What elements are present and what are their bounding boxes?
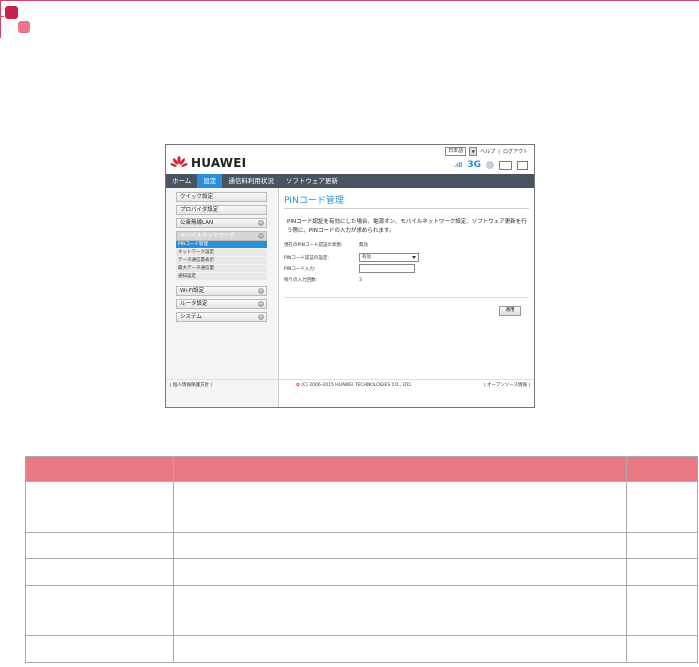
sidebar-item-router[interactable]: ルータ設定 + [176, 299, 267, 309]
huawei-logo: HUAWEI [170, 153, 246, 173]
apply-button[interactable]: 適用 [499, 306, 521, 316]
table-header [172, 456, 628, 482]
sidebar-item-quick[interactable]: クイック設定 [176, 192, 267, 202]
huawei-flower-icon [170, 156, 188, 167]
page-title: PINコード管理 [284, 193, 529, 209]
nav-usage[interactable]: 通信料利用状況 [222, 174, 280, 188]
plus-icon: + [258, 314, 264, 320]
copyright: ✿ (C) 2006-2015 HUAWEI TECHNOLOGIES CO.,… [296, 383, 413, 388]
sidebar-sub-network[interactable]: ネットワーク設定 [176, 249, 267, 256]
table-cell [172, 585, 628, 636]
page-description: PINコード認証を有効にした場合、電源オン、モバイルネットワーク設定、ソフトウェ… [287, 219, 527, 234]
corner-square-dark [5, 6, 18, 19]
separator: | [498, 148, 500, 155]
huawei-mini-icon: ✿ [296, 383, 300, 388]
table-cell [25, 635, 174, 663]
table-cell [172, 481, 628, 533]
sidebar-item-profile[interactable]: プロバイダ設定 [176, 205, 267, 215]
top-links: 日本語 ▼ ヘルプ | ログアウト [445, 147, 528, 156]
main-nav: ホーム 設定 通信料利用状況 ソフトウェア更新 [166, 174, 534, 188]
sidebar-sub-max[interactable]: 最大データ通信量 [176, 265, 267, 272]
footer: | 個人情報保護方針 | ✿ (C) 2006-2015 HUAWEI TECH… [166, 379, 534, 392]
pin-op-select[interactable]: 有効 [359, 253, 419, 262]
sidebar-sub-notify[interactable]: 通知設定 [176, 273, 267, 280]
sidebar-sub-pin[interactable]: PINコード管理 [176, 241, 267, 248]
table-cell [25, 558, 174, 586]
opensource-link[interactable]: | オープンソース情報 | [484, 380, 530, 392]
state-row: 現在のPINコード認証の状態: 無効 [284, 243, 368, 248]
table-row [25, 558, 698, 586]
divider [284, 297, 529, 298]
brand-name: HUAWEI [191, 156, 247, 170]
table-header [626, 456, 698, 482]
sidebar-item-system[interactable]: システム + [176, 312, 267, 322]
table-cell [626, 585, 698, 636]
table-header [25, 456, 174, 482]
minus-icon: − [258, 233, 264, 239]
table-header-row [25, 456, 698, 482]
table-cell [172, 635, 628, 663]
logout-link[interactable]: ログアウト [503, 148, 528, 155]
signal-icon: .ıll [453, 161, 463, 169]
table-cell [626, 481, 698, 533]
table-row [25, 585, 698, 636]
content-area: PINコード管理 PINコード認証を有効にした場合、電源オン、モバイルネットワー… [284, 193, 529, 236]
remain-row: 残りの入力回数: 3 [284, 277, 362, 284]
sidebar-item-wifi[interactable]: Wi-Fi設定 + [176, 286, 267, 296]
language-select[interactable]: 日本語 [445, 147, 467, 156]
router-screenshot: HUAWEI 日本語 ▼ ヘルプ | ログアウト .ıll 3G ホーム 設定 … [165, 144, 535, 408]
plus-icon: + [258, 301, 264, 307]
privacy-link[interactable]: | 個人情報保護方針 | [170, 380, 212, 392]
status-bar: .ıll 3G [454, 160, 528, 170]
header-rule [0, 0, 699, 1]
globe-icon [486, 161, 494, 169]
table-cell [172, 532, 628, 559]
nav-settings[interactable]: 設定 [197, 174, 223, 188]
sidebar-item-mobile[interactable]: モバイルネットワーク − [176, 231, 267, 241]
table-cell [25, 481, 174, 533]
sidebar-sub-data[interactable]: データ通信量表示 [176, 257, 267, 264]
input-row: PINコード入力: [284, 264, 415, 273]
table-row [25, 481, 698, 533]
chevron-down-icon[interactable]: ▼ [469, 147, 478, 156]
sim-icon [517, 160, 528, 170]
op-row: PINコード認証の設定: 有効 [284, 253, 419, 262]
nav-home[interactable]: ホーム [166, 174, 197, 188]
table-cell [626, 532, 698, 559]
plus-icon: + [258, 220, 264, 226]
sidebar-item-wlan[interactable]: 公衆無線LAN + [176, 218, 267, 228]
corner-square-light [18, 21, 30, 33]
table-cell [172, 558, 628, 586]
help-link[interactable]: ヘルプ [480, 148, 495, 155]
table-cell [626, 635, 698, 663]
table-row [25, 532, 698, 559]
table-cell [25, 585, 174, 636]
parameter-table [25, 456, 698, 663]
table-row [25, 635, 698, 663]
network-type: 3G [467, 160, 481, 170]
pin-input[interactable] [359, 264, 415, 273]
plus-icon: + [258, 288, 264, 294]
corner-mark [0, 0, 30, 38]
nav-update[interactable]: ソフトウェア更新 [280, 174, 344, 188]
table-cell [25, 532, 174, 559]
table-cell [626, 558, 698, 586]
pc-icon [499, 160, 512, 170]
